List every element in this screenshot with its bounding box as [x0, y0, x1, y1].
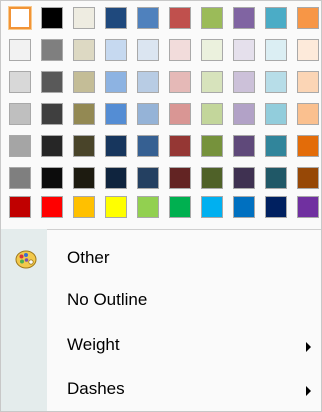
outline-color-menu: Other No Outline Weight Dashes — [0, 0, 322, 412]
color-swatch[interactable] — [233, 7, 255, 29]
color-swatch[interactable] — [201, 196, 223, 218]
color-swatch[interactable] — [265, 167, 287, 189]
color-swatch[interactable] — [41, 135, 63, 157]
color-swatch[interactable] — [265, 71, 287, 93]
color-swatch[interactable] — [73, 39, 95, 61]
color-swatch[interactable] — [201, 167, 223, 189]
color-swatch[interactable] — [41, 71, 63, 93]
color-swatch[interactable] — [297, 7, 319, 29]
color-swatch[interactable] — [137, 135, 159, 157]
color-swatch[interactable] — [9, 196, 31, 218]
color-swatch[interactable] — [73, 103, 95, 125]
color-swatch[interactable] — [105, 103, 127, 125]
color-swatch[interactable] — [73, 167, 95, 189]
color-swatch[interactable] — [169, 7, 191, 29]
color-swatch[interactable] — [137, 71, 159, 93]
color-swatch[interactable] — [41, 196, 63, 218]
color-swatch[interactable] — [41, 167, 63, 189]
color-swatch[interactable] — [73, 135, 95, 157]
color-swatch[interactable] — [265, 103, 287, 125]
color-swatch[interactable] — [297, 71, 319, 93]
color-swatch[interactable] — [201, 39, 223, 61]
color-swatch[interactable] — [41, 39, 63, 61]
color-swatch[interactable] — [105, 167, 127, 189]
color-swatch[interactable] — [105, 71, 127, 93]
color-swatch[interactable] — [201, 135, 223, 157]
color-swatch[interactable] — [265, 196, 287, 218]
color-swatch[interactable] — [137, 39, 159, 61]
color-swatch[interactable] — [169, 103, 191, 125]
color-swatch[interactable] — [73, 196, 95, 218]
color-swatch[interactable] — [8, 6, 32, 30]
submenu-arrow-icon — [306, 386, 311, 396]
color-swatch[interactable] — [297, 167, 319, 189]
color-swatch[interactable] — [265, 135, 287, 157]
color-swatch[interactable] — [201, 7, 223, 29]
color-swatch[interactable] — [137, 196, 159, 218]
color-swatch[interactable] — [233, 167, 255, 189]
color-swatch[interactable] — [73, 7, 95, 29]
color-swatch[interactable] — [41, 7, 63, 29]
menu-divider — [47, 229, 321, 230]
color-swatch[interactable] — [9, 39, 31, 61]
menu-item-label: No Outline — [67, 290, 148, 309]
color-swatch[interactable] — [137, 167, 159, 189]
color-swatch[interactable] — [105, 135, 127, 157]
color-swatch[interactable] — [233, 71, 255, 93]
color-swatch[interactable] — [233, 103, 255, 125]
color-palette — [1, 1, 321, 229]
color-swatch[interactable] — [233, 39, 255, 61]
menu-item-weight[interactable]: Weight — [1, 325, 321, 367]
color-swatch[interactable] — [265, 7, 287, 29]
menu-item-label: Dashes — [67, 379, 125, 398]
color-swatch[interactable] — [265, 39, 287, 61]
menu-item-label: Weight — [67, 335, 120, 354]
color-swatch[interactable] — [169, 39, 191, 61]
submenu-arrow-icon — [306, 342, 311, 352]
color-swatch[interactable] — [73, 71, 95, 93]
color-swatch[interactable] — [9, 103, 31, 125]
color-swatch[interactable] — [233, 196, 255, 218]
color-swatch[interactable] — [201, 103, 223, 125]
menu-item-other[interactable]: Other — [1, 238, 321, 280]
color-swatch[interactable] — [297, 135, 319, 157]
color-swatch[interactable] — [169, 196, 191, 218]
color-swatch[interactable] — [297, 196, 319, 218]
color-swatch[interactable] — [297, 39, 319, 61]
color-swatch[interactable] — [137, 7, 159, 29]
color-swatch[interactable] — [201, 71, 223, 93]
color-swatch[interactable] — [9, 71, 31, 93]
color-swatch[interactable] — [169, 135, 191, 157]
color-swatch[interactable] — [105, 7, 127, 29]
menu-item-no-outline[interactable]: No Outline — [1, 280, 321, 322]
color-swatch[interactable] — [41, 103, 63, 125]
color-swatch[interactable] — [105, 196, 127, 218]
color-swatch[interactable] — [9, 135, 31, 157]
menu-item-label: Other — [67, 248, 110, 267]
menu-item-dashes[interactable]: Dashes — [1, 369, 321, 411]
color-swatch[interactable] — [233, 135, 255, 157]
color-swatch[interactable] — [297, 103, 319, 125]
color-swatch[interactable] — [137, 103, 159, 125]
color-swatch[interactable] — [105, 39, 127, 61]
color-swatch[interactable] — [169, 167, 191, 189]
color-swatch[interactable] — [169, 71, 191, 93]
color-swatch[interactable] — [9, 167, 31, 189]
color-palette-icon — [15, 250, 37, 269]
color-swatch-grid — [8, 6, 319, 221]
